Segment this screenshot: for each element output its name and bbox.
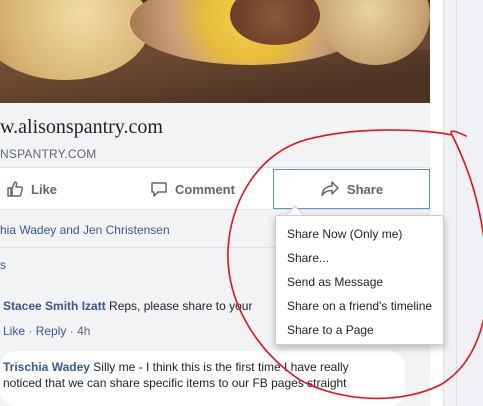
comment-1-meta: Like · Reply · 4h	[3, 324, 90, 338]
comment-time[interactable]: 4h	[77, 324, 90, 338]
share-menu: Share Now (Only me) Share... Send as Mes…	[275, 215, 444, 345]
view-more-comments-link[interactable]: s	[0, 258, 6, 272]
menu-item-share-now[interactable]: Share Now (Only me)	[276, 222, 443, 246]
meta-separator: ·	[28, 324, 36, 338]
share-label: Share	[346, 181, 384, 197]
comment-reply-link[interactable]: Reply	[36, 324, 67, 338]
comment-text: Silly me - I think this is the first tim…	[89, 360, 349, 374]
speech-bubble-icon	[151, 182, 167, 197]
comment-text: Reps, please share to your	[105, 299, 253, 313]
comment-label: Comment	[175, 181, 235, 197]
post-actions-bar: Like Comment Share	[0, 168, 430, 210]
comment-2-continued: noticed that we can share specific items…	[3, 376, 347, 390]
menu-item-send-as-message[interactable]: Send as Message	[276, 270, 443, 294]
comment-button[interactable]: Comment	[150, 168, 235, 210]
comment-author[interactable]: Trischia Wadey	[3, 360, 90, 374]
meta-separator: ·	[69, 324, 78, 338]
menu-item-share[interactable]: Share...	[276, 246, 443, 270]
link-title[interactable]: w.alisonspantry.com	[0, 116, 163, 139]
comment-1: Stacee Smith Izatt Reps, please share to…	[3, 299, 252, 313]
like-label: Like	[31, 181, 58, 197]
share-arrow-icon	[321, 181, 339, 197]
menu-item-share-to-page[interactable]: Share to a Page	[276, 318, 443, 342]
comment-2: Trischia Wadey Silly me - I think this i…	[3, 360, 349, 374]
link-domain: NSPANTRY.COM	[0, 147, 97, 161]
scrollbar-track[interactable]	[456, 0, 457, 406]
like-button[interactable]: Like	[6, 168, 57, 210]
thumbs-up-icon	[7, 181, 24, 197]
link-preview-image[interactable]	[0, 0, 430, 103]
comment-author[interactable]: Stacee Smith Izatt	[3, 299, 106, 313]
post-card: w.alisonspantry.com NSPANTRY.COM Like Co…	[0, 0, 444, 406]
menu-item-share-friends-timeline[interactable]: Share on a friend's timeline	[276, 294, 443, 318]
reactions-names[interactable]: hia Wadey and Jen Christensen	[0, 223, 170, 237]
right-gutter	[444, 0, 483, 406]
comment-like-link[interactable]: Like	[3, 324, 25, 338]
share-button[interactable]: Share	[273, 169, 430, 209]
